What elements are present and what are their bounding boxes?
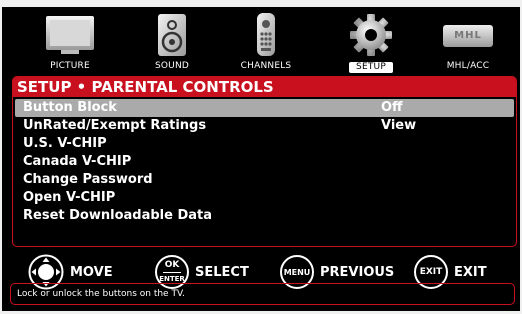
nav-sound-label: SOUND [154, 61, 190, 71]
nav-sound[interactable]: SOUND [130, 12, 214, 74]
menu-item-reset-downloadable-data[interactable]: Reset Downloadable Data [15, 207, 514, 225]
nav-channels[interactable]: CHANNELS [224, 12, 308, 74]
picture-icon [46, 16, 94, 54]
remote-icon [257, 13, 275, 56]
nav-setup[interactable]: SETUP [329, 12, 413, 74]
exit-label: EXIT [454, 264, 487, 280]
nav-mhl-acc-label: MHL/ACC [446, 61, 490, 71]
mhl-logo: MHL [443, 25, 493, 47]
speaker-icon [158, 14, 186, 56]
menu-item-label: UnRated/Exempt Ratings [23, 118, 207, 133]
menu-item-canada-v-chip[interactable]: Canada V-CHIP [15, 153, 514, 171]
exit-text: EXIT [419, 266, 443, 277]
menu-item-label: Reset Downloadable Data [23, 208, 213, 223]
menu-item-value: View [381, 118, 417, 133]
menu-item-label: Change Password [23, 172, 153, 187]
nav-channels-label: CHANNELS [240, 61, 292, 71]
gear-icon [350, 14, 392, 56]
move-label: MOVE [70, 264, 113, 280]
menu-item-value: Off [381, 100, 403, 115]
menu-item-button-block[interactable]: Button Block Off [15, 99, 514, 117]
previous-label: PREVIOUS [320, 264, 395, 280]
select-label: SELECT [195, 264, 249, 280]
menu-item-us-v-chip[interactable]: U.S. V-CHIP [15, 135, 514, 153]
menu-item-label: Canada V-CHIP [23, 154, 132, 169]
menu-title: SETUP • PARENTAL CONTROLS [13, 77, 516, 97]
nav-picture[interactable]: PICTURE [28, 12, 112, 74]
nav-mhl-acc[interactable]: MHL MHL/ACC [426, 12, 510, 74]
menu-text: MENU [283, 267, 311, 277]
menu-item-label: U.S. V-CHIP [23, 136, 107, 151]
nav-picture-label: PICTURE [50, 61, 90, 71]
help-text: Lock or unlock the buttons on the TV. [10, 283, 515, 305]
tv-screen: PICTURE SOUND CHANNELS SETUP MHL MHL/ACC… [2, 7, 520, 311]
menu-item-unrated-exempt-ratings[interactable]: UnRated/Exempt Ratings View [15, 117, 514, 135]
menu-item-label: Button Block [23, 100, 117, 115]
menu-item-label: Open V-CHIP [23, 190, 116, 205]
ok-text: OK [164, 259, 180, 270]
menu-item-change-password[interactable]: Change Password [15, 171, 514, 189]
nav-setup-label: SETUP [349, 62, 393, 73]
menu-item-open-v-chip[interactable]: Open V-CHIP [15, 189, 514, 207]
